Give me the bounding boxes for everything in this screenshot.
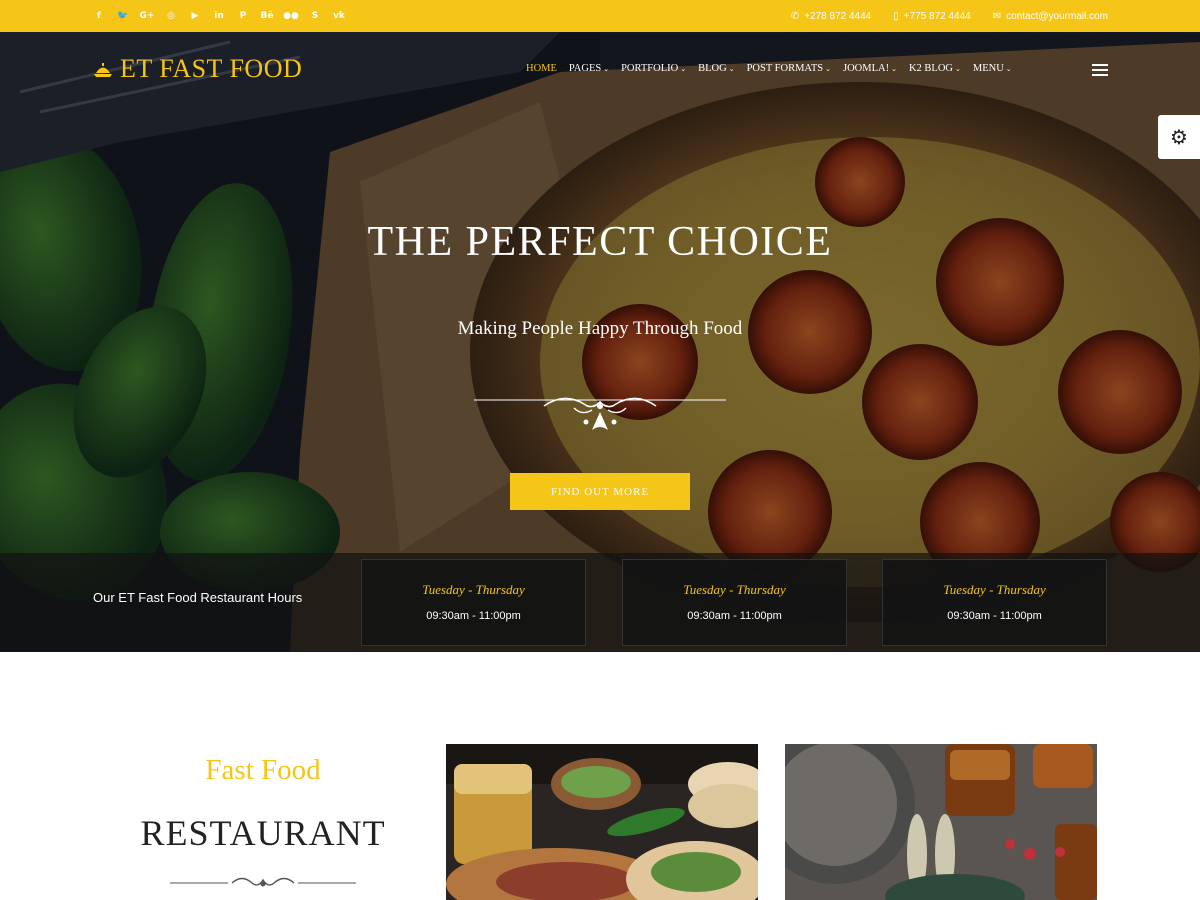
pinterest-icon[interactable]: P	[236, 9, 250, 23]
nav-item-label: BLOG	[698, 63, 727, 74]
nav-item-label: HOME	[526, 63, 557, 74]
skype-icon[interactable]: S	[308, 9, 322, 23]
chevron-down-icon: ⌄	[825, 64, 831, 73]
hero-title: THE PERFECT CHOICE	[367, 219, 833, 265]
brand-name: ET FAST FOOD	[120, 54, 303, 83]
hours-days: Tuesday - Thursday	[683, 582, 786, 597]
behance-icon[interactable]: Bē	[260, 9, 274, 23]
nav-item-post-formats[interactable]: POST FORMATS ⌄	[747, 63, 831, 74]
gear-icon: ⚙	[1170, 125, 1188, 149]
google-plus-icon[interactable]: G+	[140, 9, 155, 23]
section-title: RESTAURANT	[140, 813, 386, 853]
chevron-down-icon: ⌄	[1005, 64, 1012, 73]
linkedin-icon[interactable]: in	[212, 9, 226, 23]
food-tray-icon	[94, 63, 112, 77]
hours-time: 09:30am - 11:00pm	[687, 610, 782, 622]
hours-days: Tuesday - Thursday	[422, 582, 525, 597]
site-logo[interactable]: ET FAST FOOD	[92, 54, 302, 84]
chevron-down-icon: ⌄	[728, 64, 735, 73]
contact-info: ✆ +278 872 4444 ▯ +775 872 4444 ✉ contac…	[791, 11, 1108, 22]
mobile-number: +775 872 4444	[903, 10, 971, 22]
find-out-more-button[interactable]: FIND OUT MORE	[510, 473, 690, 510]
phone-contact[interactable]: ✆ +278 872 4444	[791, 11, 871, 22]
hours-card: Tuesday - Thursday 09:30am - 11:00pm	[622, 559, 847, 646]
phone-icon: ✆	[790, 10, 800, 22]
nav-item-home[interactable]: HOME	[526, 63, 557, 74]
mobile-icon: ▯	[893, 10, 899, 22]
nav-item-pages[interactable]: PAGES ⌄	[569, 63, 609, 74]
hours-card: Tuesday - Thursday 09:30am - 11:00pm	[361, 559, 586, 646]
top-bar: f 🐦 G+ ◎ ▶ in P Bē ●● Svk ✆ +278 872 4444 ▯ +775 …	[0, 0, 1200, 32]
hours-days: Tuesday - Thursday	[943, 582, 1046, 597]
hero-subtitle: Making People Happy Through Food	[457, 318, 743, 339]
hero-section: ET FAST FOOD HOME PAGES ⌄ PORTFOLIO ⌄ BLOG ⌄ PO…	[0, 32, 1200, 652]
main-navigation: HOME PAGES ⌄ PORTFOLIO ⌄ BLOG ⌄ POST FORMATS ⌄ JO…	[526, 63, 1012, 74]
envelope-icon: ✉	[992, 10, 1002, 22]
mobile-contact[interactable]: ▯ +775 872 4444	[893, 11, 971, 22]
about-section: Fast Food RESTAURANT	[0, 652, 1200, 900]
youtube-icon[interactable]: ▶	[188, 9, 202, 23]
chevron-down-icon: ⌄	[955, 64, 961, 73]
phone-number: +278 872 4444	[804, 10, 872, 22]
nav-item-portfolio[interactable]: PORTFOLIO ⌄	[621, 63, 686, 74]
nav-item-k2-blog[interactable]: K2 BLOG ⌄	[909, 63, 961, 74]
nav-item-label: MENU	[972, 63, 1004, 74]
chevron-down-icon: ⌄	[603, 64, 610, 73]
opening-hours-bar: Our ET Fast Food Restaurant Hours Tuesda…	[0, 553, 1200, 652]
nav-item-joomla[interactable]: JOOMLA! ⌄	[843, 63, 897, 74]
site-header: ET FAST FOOD HOME PAGES ⌄ PORTFOLIO ⌄ BLOG ⌄ PO…	[0, 32, 1200, 110]
nav-item-menu[interactable]: MENU ⌄	[973, 63, 1012, 74]
dribbble-icon[interactable]: ◎	[164, 9, 178, 23]
food-photo-tacos	[446, 744, 758, 900]
section-kicker: Fast Food	[205, 754, 321, 786]
decorative-divider	[170, 877, 356, 887]
nav-item-label: POST FORMATS	[746, 63, 824, 74]
vk-icon[interactable]: vk	[332, 9, 346, 23]
social-links: f 🐦 G+ ◎ ▶ in P Bē ●● Svk	[92, 9, 346, 23]
email-contact[interactable]: ✉ contact@yourmail.com	[993, 11, 1108, 22]
nav-item-blog[interactable]: BLOG ⌄	[698, 63, 734, 74]
decorative-flourish	[474, 397, 726, 430]
hours-time: 09:30am - 11:00pm	[947, 610, 1042, 622]
hamburger-menu-icon[interactable]	[1092, 64, 1108, 76]
hours-card: Tuesday - Thursday 09:30am - 11:00pm	[882, 559, 1107, 646]
nav-item-label: K2 BLOG	[908, 63, 953, 74]
chevron-down-icon: ⌄	[680, 64, 687, 73]
flickr-icon[interactable]: ●●	[283, 9, 299, 23]
facebook-icon[interactable]: f	[92, 9, 106, 23]
chevron-down-icon: ⌄	[891, 64, 897, 73]
nav-item-label: PAGES	[568, 63, 602, 74]
nav-item-label: PORTFOLIO	[621, 63, 679, 74]
email-address: contact@yourmail.com	[1006, 10, 1108, 22]
settings-gear-button[interactable]: ⚙	[1158, 115, 1200, 159]
opening-hours-label: Our ET Fast Food Restaurant Hours	[93, 590, 303, 605]
food-photo-table	[785, 744, 1097, 900]
nav-item-label: JOOMLA!	[842, 63, 890, 74]
hours-time: 09:30am - 11:00pm	[426, 610, 521, 622]
twitter-icon[interactable]: 🐦	[116, 9, 130, 23]
